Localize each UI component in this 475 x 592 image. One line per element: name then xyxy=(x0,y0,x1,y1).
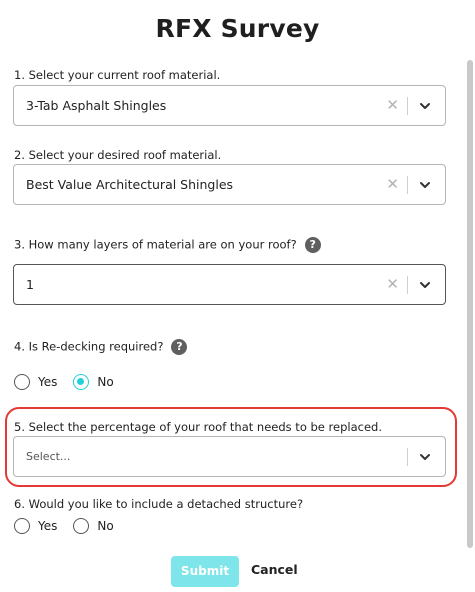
redecking-no-radio[interactable] xyxy=(73,374,90,390)
submit-button[interactable]: Submit xyxy=(171,556,239,587)
detached-no-radio[interactable] xyxy=(73,518,90,534)
question-3-text: 3. How many layers of material are on yo… xyxy=(14,237,297,252)
question-4-label: 4. Is Re-decking required?? xyxy=(14,339,188,355)
roof-percentage-select[interactable]: Select... xyxy=(13,436,446,477)
roof-layers-select[interactable]: 1 ✕ xyxy=(13,264,446,305)
desired-roof-material-value: Best Value Architectural Shingles xyxy=(26,177,234,192)
close-icon[interactable]: ✕ xyxy=(386,175,399,193)
roof-percentage-placeholder: Select... xyxy=(26,450,71,463)
redecking-radio-group: Yes No xyxy=(14,374,130,390)
question-1-label: 1. Select your current roof material. xyxy=(14,68,221,82)
close-icon[interactable]: ✕ xyxy=(386,96,399,114)
question-circle-icon[interactable]: ? xyxy=(304,237,321,253)
question-3-label: 3. How many layers of material are on yo… xyxy=(14,237,321,253)
question-4-text: 4. Is Re-decking required? xyxy=(14,339,164,354)
scrollbar-track[interactable] xyxy=(467,60,473,548)
question-5-label: 5. Select the percentage of your roof th… xyxy=(14,420,382,434)
chevron-down-icon[interactable] xyxy=(418,178,432,192)
close-icon[interactable]: ✕ xyxy=(386,275,399,293)
roof-layers-value: 1 xyxy=(26,277,34,292)
question-2-label: 2. Select your desired roof material. xyxy=(14,148,222,162)
detached-no-label[interactable]: No xyxy=(97,519,113,533)
scrollbar-thumb[interactable] xyxy=(467,60,473,548)
select-separator xyxy=(407,176,408,194)
select-separator xyxy=(407,97,408,115)
current-roof-material-value: 3-Tab Asphalt Shingles xyxy=(26,98,167,113)
detached-yes-radio[interactable] xyxy=(14,518,30,534)
select-separator xyxy=(407,448,408,466)
select-separator xyxy=(407,276,408,294)
redecking-yes-radio[interactable] xyxy=(14,374,30,390)
question-circle-icon[interactable]: ? xyxy=(171,339,188,355)
redecking-yes-label[interactable]: Yes xyxy=(38,375,57,389)
chevron-down-icon[interactable] xyxy=(418,450,432,464)
question-6-label: 6. Would you like to include a detached … xyxy=(14,497,304,511)
chevron-down-icon[interactable] xyxy=(418,278,432,292)
redecking-no-label[interactable]: No xyxy=(97,375,113,389)
chevron-down-icon[interactable] xyxy=(418,99,432,113)
detached-yes-label[interactable]: Yes xyxy=(38,519,57,533)
desired-roof-material-select[interactable]: Best Value Architectural Shingles ✕ xyxy=(13,164,446,205)
detached-structure-radio-group: Yes No xyxy=(14,518,130,534)
current-roof-material-select[interactable]: 3-Tab Asphalt Shingles ✕ xyxy=(13,85,446,126)
cancel-button[interactable]: Cancel xyxy=(251,562,298,577)
page-title: RFX Survey xyxy=(155,14,320,43)
